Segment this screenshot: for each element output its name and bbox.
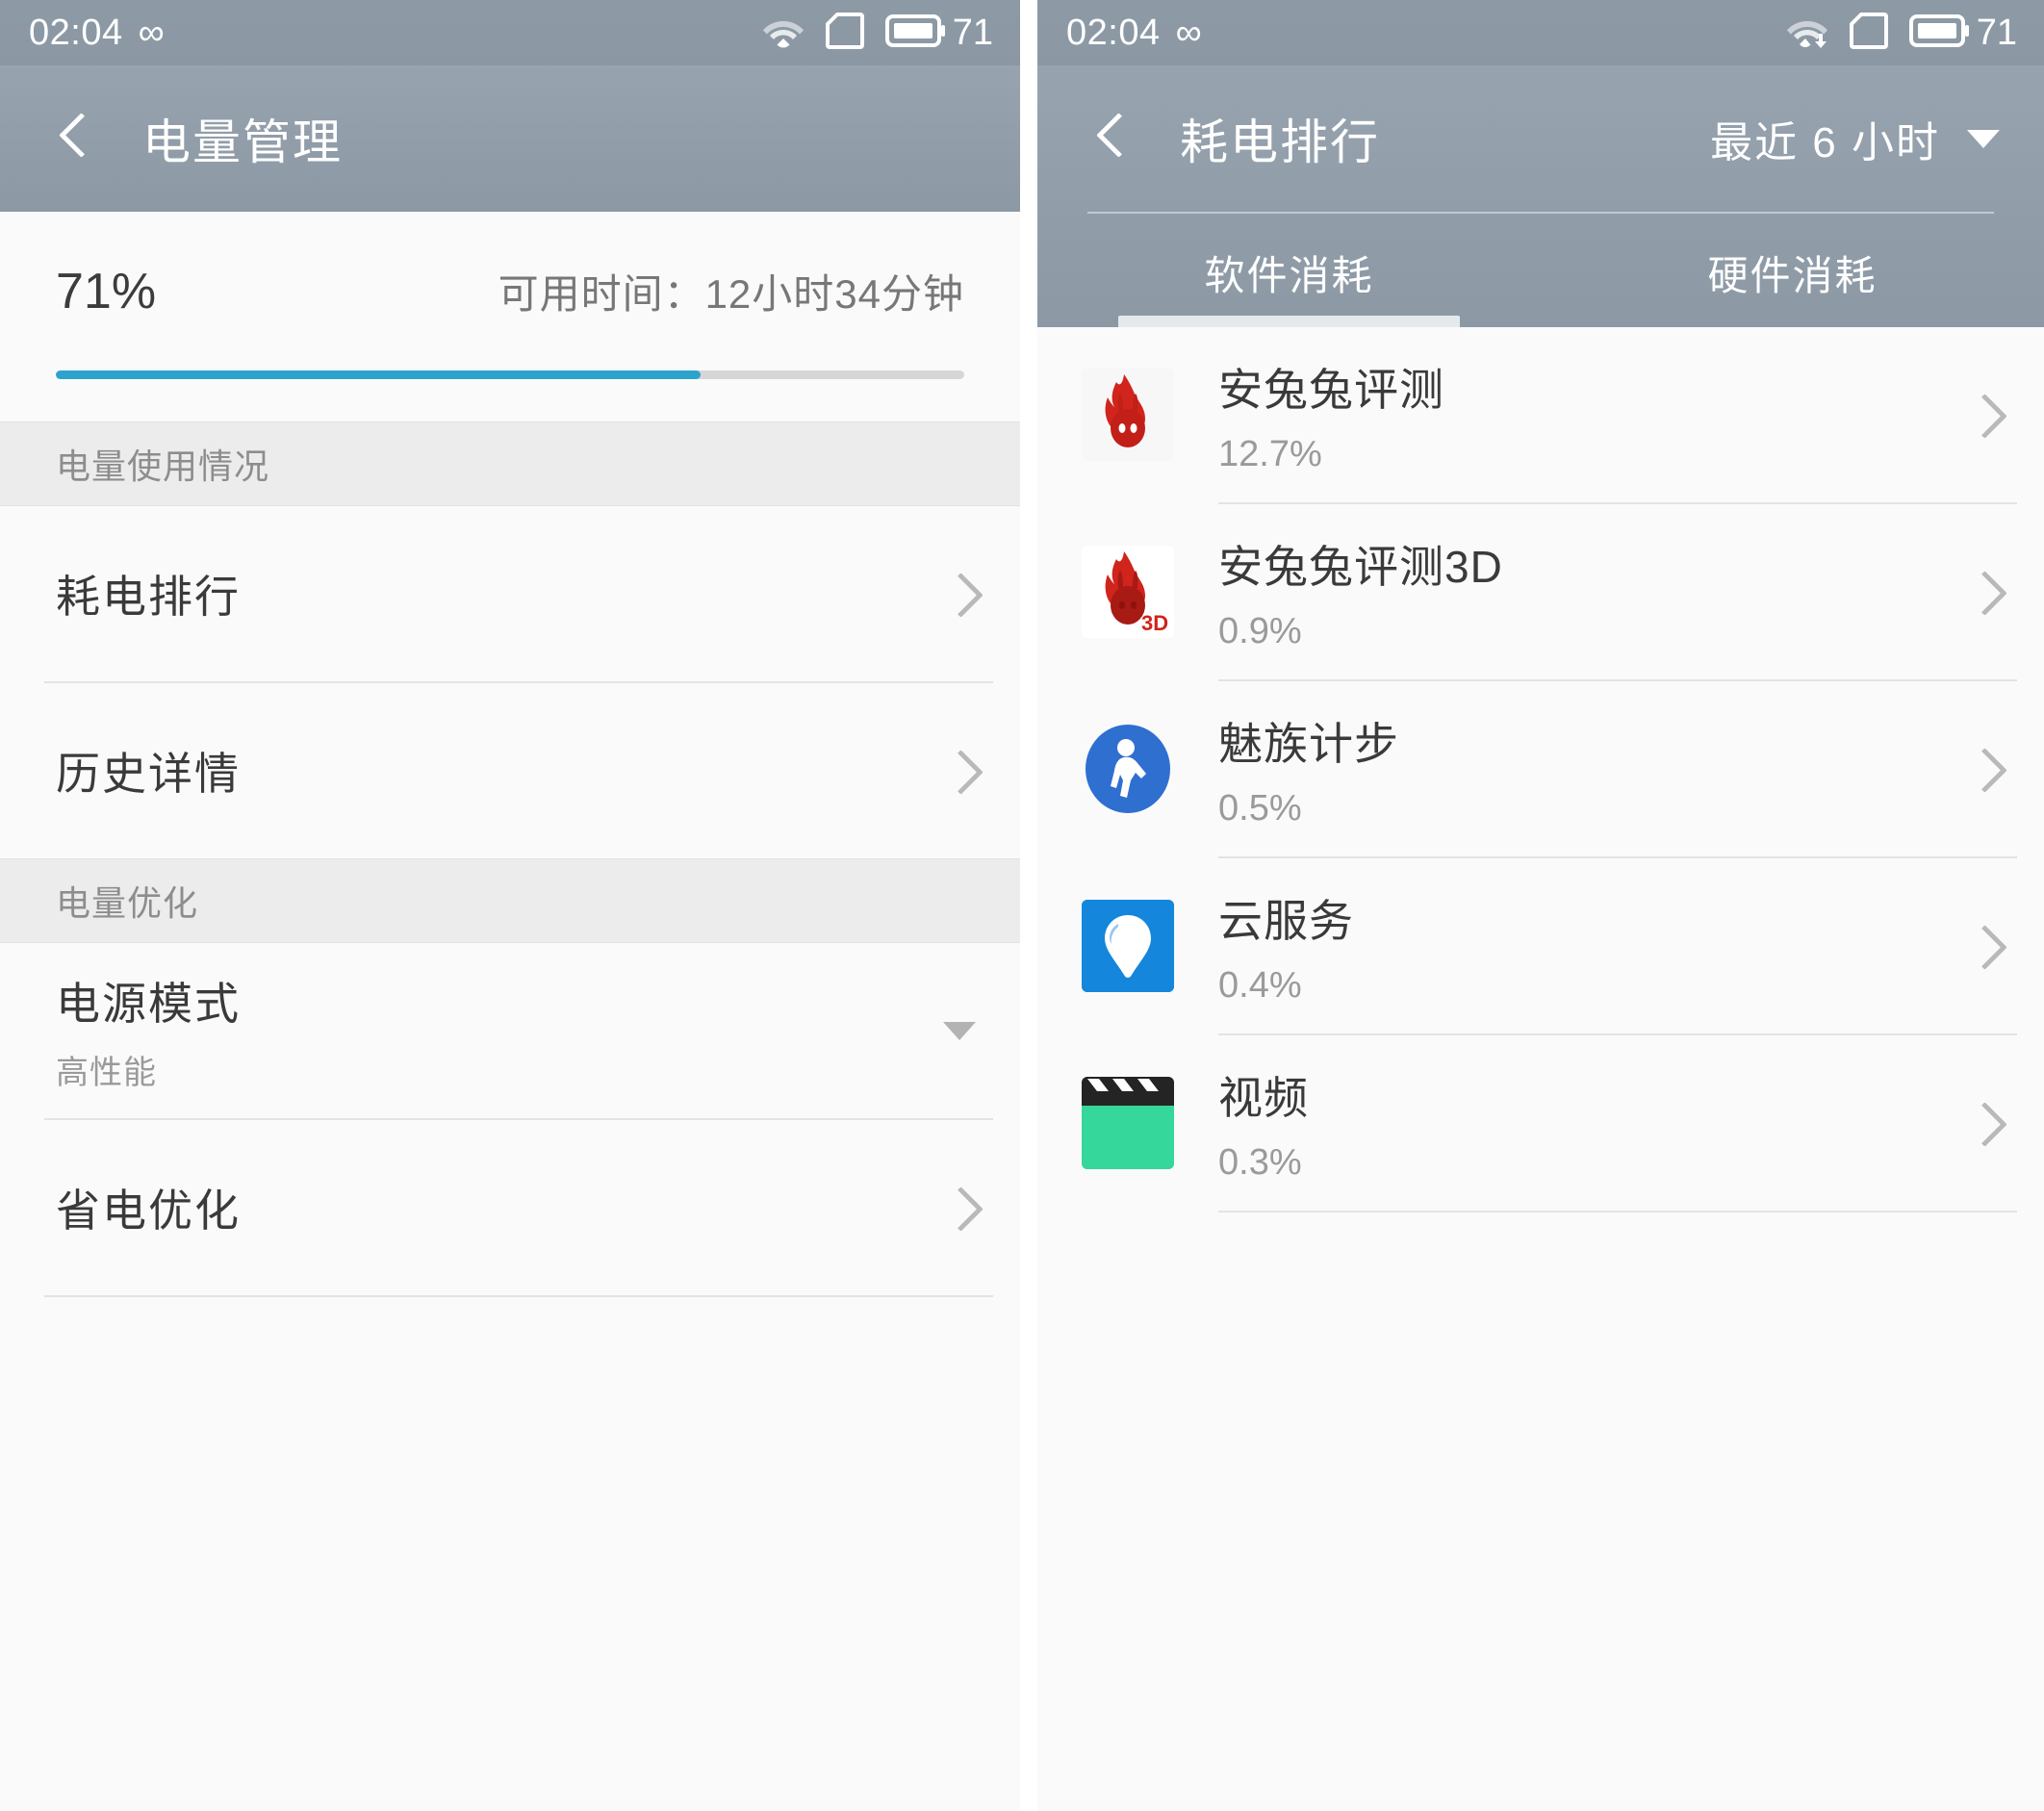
back-chevron-icon[interactable] [50,112,104,166]
back-chevron-icon[interactable] [1087,112,1141,166]
list-item-sublabel: 高性能 [56,1054,157,1091]
chevron-right-icon [943,577,976,610]
panel-separator [1020,0,1037,1811]
list-item-label: 耗电排行 [56,572,241,622]
status-bar-icons [1786,12,1969,54]
chevron-right-icon [1967,398,2000,431]
sim-card-icon [1849,12,1888,54]
app-text: 云服务 0.4% [1218,886,1354,1007]
list-item-antutu[interactable]: 安兔兔评测 12.7% [1037,327,2044,502]
app-percent: 0.3% [1218,1141,1302,1183]
page-title: 电量管理 [142,115,343,169]
app-percent: 0.5% [1218,787,1302,829]
app-percent: 0.4% [1218,964,1302,1006]
right-title-bar: 耗电排行 最近 6 小时 软件消耗 硬件消耗 [1037,65,2044,327]
list-divider [44,1295,993,1297]
battery-progress-bar [56,370,964,379]
usage-list: 耗电排行 历史详情 [0,506,1020,858]
list-item-text: 电源模式 高性能 [56,969,241,1093]
page-title: 耗电排行 [1180,115,1380,169]
battery-progress-fill [56,370,702,379]
app-text: 安兔兔评测3D 0.9% [1218,532,1503,652]
app-consumption-list: 安兔兔评测 12.7% 3D 安兔兔评测3D 0.9% 魅族计步 0.5% 云服… [1037,327,2044,1212]
app-percent: 0.9% [1218,610,1302,651]
list-item-video[interactable]: 视频 0.3% [1037,1035,2044,1211]
status-bar-icons [762,12,945,54]
app-name: 魅族计步 [1218,718,1399,769]
list-item-text: 耗电排行 [56,562,241,625]
tab-label: 软件消耗 [1204,253,1374,298]
time-range-label: 最近 6 小时 [1710,119,1940,166]
antutu-3d-icon: 3D [1082,546,1174,638]
tab-label: 硬件消耗 [1707,253,1878,298]
consumption-tabs: 软件消耗 硬件消耗 [1037,214,2044,327]
app-text: 视频 0.3% [1218,1063,1309,1184]
list-item-label: 省电优化 [56,1186,241,1236]
list-item-antutu-3d[interactable]: 3D 安兔兔评测3D 0.9% [1037,504,2044,679]
app-name: 云服务 [1218,895,1354,946]
list-item-power-saving[interactable]: 省电优化 [0,1120,1020,1295]
list-item-pedometer[interactable]: 魅族计步 0.5% [1037,681,2044,856]
battery-summary: 71% 可用时间：12小时34分钟 [0,212,1020,421]
svg-text:3D: 3D [1141,611,1168,635]
list-item-cloud-service[interactable]: 云服务 0.4% [1037,858,2044,1033]
video-icon [1082,1077,1174,1169]
battery-icon [884,13,945,52]
battery-summary-padding [56,379,964,421]
right-screen: 02:04 ∞ 71 耗电排行 最近 6 小时 软件消耗 硬件消耗 安兔兔评测 … [1037,0,2044,1811]
optimization-list: 电源模式 高性能 省电优化 [0,943,1020,1297]
time-range-selector[interactable]: 最近 6 小时 [1710,108,2044,169]
wifi-download-icon [1786,13,1828,53]
app-name: 安兔兔评测 [1218,364,1444,415]
battery-percent-status: 71 [1976,12,2017,53]
wifi-icon [762,13,805,53]
status-bar-left: 02:04 ∞ 71 [0,0,1020,65]
app-text: 安兔兔评测 12.7% [1218,355,1444,475]
list-item-text: 省电优化 [56,1176,241,1239]
infinity-icon: ∞ [138,13,165,53]
app-name: 安兔兔评测3D [1218,541,1503,592]
chevron-right-icon [943,754,976,787]
infinity-icon: ∞ [1175,13,1202,53]
chevron-right-icon [1967,1107,2000,1139]
status-bar-right: 02:04 ∞ 71 [1037,0,2044,65]
cloud-service-icon [1082,900,1174,992]
battery-remaining-label: 可用时间：12小时34分钟 [498,271,964,317]
chevron-right-icon [1967,930,2000,962]
tab-hardware-consumption[interactable]: 硬件消耗 [1541,214,2044,327]
chevron-right-icon [1967,575,2000,608]
app-text: 魅族计步 0.5% [1218,709,1399,829]
list-item-label: 历史详情 [56,749,241,799]
battery-percent-status: 71 [952,12,993,53]
tab-software-consumption[interactable]: 软件消耗 [1037,214,1541,327]
pedometer-icon [1082,723,1174,815]
app-percent: 12.7% [1218,433,1322,474]
list-item-text: 历史详情 [56,739,241,803]
status-bar-time: 02:04 [29,12,123,53]
section-header-optimization: 电量优化 [0,858,1020,943]
right-title-row: 耗电排行 最近 6 小时 [1037,65,2044,212]
chevron-right-icon [1967,752,2000,785]
list-item-power-mode[interactable]: 电源模式 高性能 [0,943,1020,1118]
battery-percent-label: 71% [56,264,157,319]
app-name: 视频 [1218,1072,1309,1123]
battery-summary-row: 71% 可用时间：12小时34分钟 [56,262,964,320]
list-item-history-detail[interactable]: 历史详情 [0,683,1020,858]
caret-down-icon[interactable] [943,1021,976,1040]
left-title-row: 电量管理 [0,65,1020,212]
section-header-usage: 电量使用情况 [0,421,1020,506]
list-item-label: 电源模式 [56,978,241,1029]
chevron-right-icon [943,1191,976,1224]
caret-down-icon [1967,129,2000,148]
dual-screenshot-container: 02:04 ∞ 71 电量管理 71% 可用时间：12小时34分钟 电量使用情况… [0,0,2044,1811]
list-item-power-ranking[interactable]: 耗电排行 [0,506,1020,681]
left-title-bar: 电量管理 [0,65,1020,212]
sim-card-icon [825,12,864,54]
left-screen: 02:04 ∞ 71 电量管理 71% 可用时间：12小时34分钟 电量使用情况… [0,0,1020,1811]
list-divider [1218,1211,2017,1212]
battery-icon [1908,13,1969,52]
status-bar-time: 02:04 [1066,12,1161,53]
antutu-icon [1082,369,1174,461]
